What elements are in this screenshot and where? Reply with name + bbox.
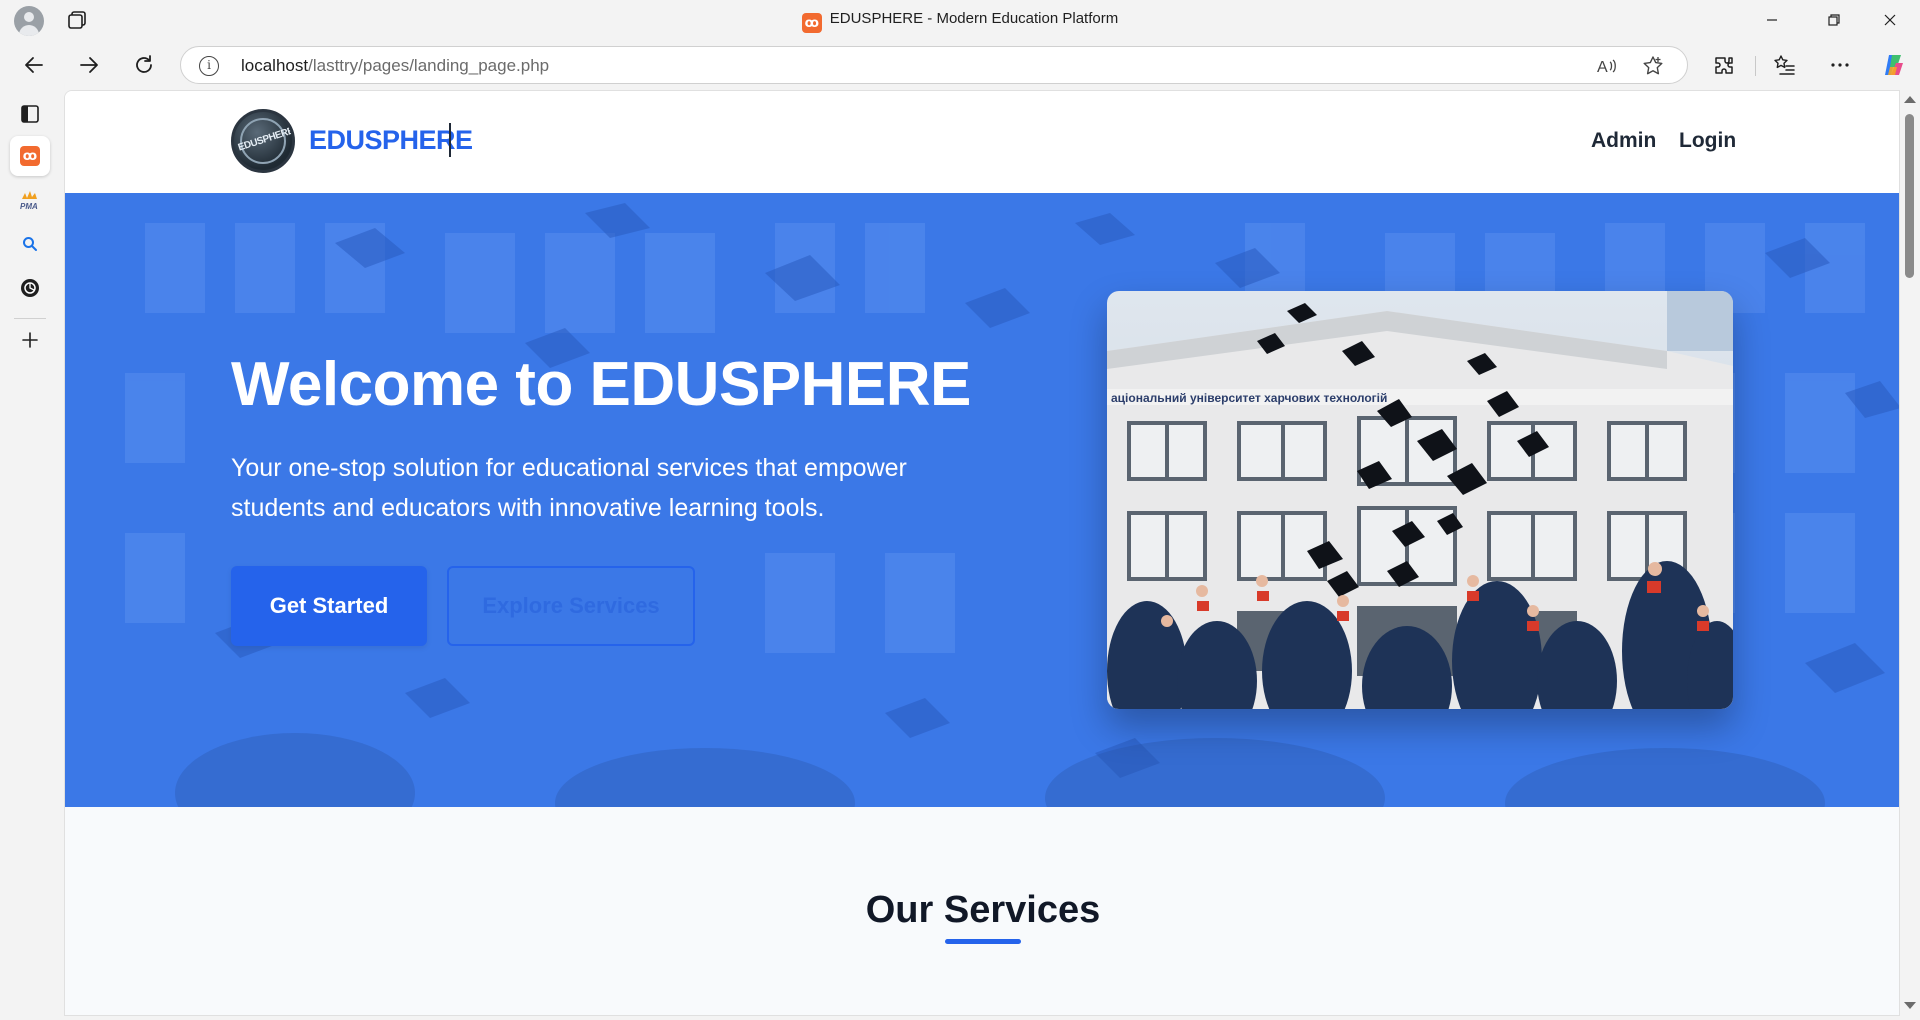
nav-login-link[interactable]: Login <box>1679 129 1736 153</box>
more-horizontal-icon <box>1831 63 1849 67</box>
more-menu-button[interactable] <box>1822 47 1858 83</box>
svg-text:A: A <box>1597 59 1608 76</box>
favorites-button[interactable] <box>1767 47 1803 83</box>
forward-button[interactable] <box>71 47 107 83</box>
restore-icon <box>1828 14 1840 26</box>
copilot-icon <box>1885 55 1903 75</box>
browser-title-bar: ꝏ EDUSPHERE - Modern Education Platform <box>0 0 1920 40</box>
sidebar-item-search[interactable] <box>10 224 50 264</box>
sidebar-item-phpmyadmin[interactable]: PMA <box>10 180 50 220</box>
page-scrollbar[interactable] <box>1900 90 1920 1016</box>
text-cursor <box>449 123 451 157</box>
close-icon <box>1884 14 1896 26</box>
get-started-button[interactable]: Get Started <box>231 566 427 646</box>
refresh-button[interactable] <box>126 47 162 83</box>
hero-subtitle: Your one-stop solution for educational s… <box>231 454 907 522</box>
phpmyadmin-icon: PMA <box>20 191 38 210</box>
extensions-puzzle-icon <box>1715 57 1733 74</box>
edusphere-logo[interactable]: EDUSPHERE <box>231 109 295 173</box>
sidebar-item-chatgpt[interactable] <box>10 268 50 308</box>
nav-admin-link[interactable]: Admin <box>1591 129 1656 153</box>
search-icon <box>23 237 37 251</box>
sidebar-add-button[interactable] <box>10 320 50 360</box>
address-bar[interactable]: i localhost/lasttry/pages/landing_page.p… <box>180 46 1688 84</box>
svg-text:PMA: PMA <box>20 202 38 210</box>
sidebar-item-xampp[interactable]: ꝏ <box>10 136 50 176</box>
explore-services-button[interactable]: Explore Services <box>447 566 695 646</box>
copilot-button[interactable] <box>1876 47 1912 83</box>
forward-arrow-icon <box>80 57 98 73</box>
scroll-thumb[interactable] <box>1905 114 1914 278</box>
services-heading-underline <box>945 939 1021 944</box>
read-aloud-icon[interactable]: A <box>1595 54 1619 78</box>
xampp-icon: ꝏ <box>20 146 40 166</box>
plus-icon <box>22 332 38 348</box>
vertical-tabs-button[interactable] <box>10 94 50 134</box>
browser-toolbar: i localhost/lasttry/pages/landing_page.p… <box>0 40 1920 90</box>
toolbar-divider <box>1755 56 1756 76</box>
window-title: ꝏ EDUSPHERE - Modern Education Platform <box>0 10 1920 33</box>
services-heading: Our Services <box>865 889 1101 931</box>
hero-section: Welcome to EDUSPHERE Your one-stop solut… <box>65 193 1899 807</box>
openai-icon <box>21 279 39 297</box>
favorites-list-icon <box>1774 55 1795 75</box>
scroll-up-icon[interactable] <box>1904 96 1916 103</box>
browser-sidebar: ꝏ PMA <box>0 90 60 1020</box>
site-info-icon[interactable]: i <box>199 56 219 76</box>
extensions-button[interactable] <box>1706 47 1742 83</box>
hero-title: Welcome to EDUSPHERE <box>231 350 971 419</box>
xampp-favicon-icon: ꝏ <box>801 13 822 33</box>
vertical-tabs-icon <box>21 105 39 123</box>
svg-text:аціональний університет харчов: аціональний університет харчових техноло… <box>1111 391 1387 405</box>
page-viewport: EDUSPHERE EDUSPHERE Admin Login Welcome … <box>64 90 1900 1016</box>
site-header: EDUSPHERE EDUSPHERE Admin Login <box>65 91 1899 193</box>
minimize-button[interactable] <box>1744 0 1800 40</box>
scroll-down-icon[interactable] <box>1904 1002 1916 1009</box>
sidebar-divider <box>14 318 46 319</box>
restore-button[interactable] <box>1806 0 1862 40</box>
brand-name[interactable]: EDUSPHERE <box>309 125 473 156</box>
url-text[interactable]: localhost/lasttry/pages/landing_page.php <box>241 56 549 76</box>
back-arrow-icon <box>25 57 43 73</box>
favorite-star-icon[interactable] <box>1641 54 1665 78</box>
close-button[interactable] <box>1862 0 1918 40</box>
graduation-photo: аціональний університет харчових техноло… <box>1107 291 1733 709</box>
minimize-icon <box>1767 19 1777 21</box>
back-button[interactable] <box>16 47 52 83</box>
refresh-icon <box>136 55 152 73</box>
